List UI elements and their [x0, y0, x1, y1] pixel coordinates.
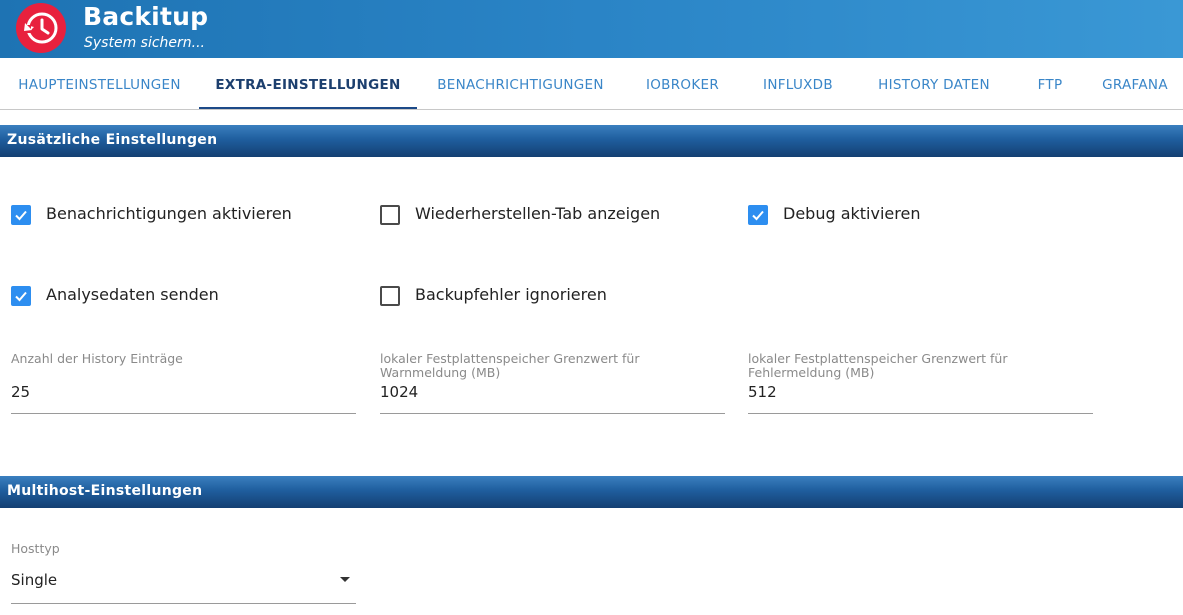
tab-influxdb[interactable]: INFLUXDB: [741, 58, 855, 109]
checkbox-empty-icon[interactable]: [380, 205, 400, 225]
section-title-extra: Zusätzliche Einstellungen: [0, 125, 1183, 157]
tab-history-daten[interactable]: HISTORY DATEN: [855, 58, 1013, 109]
tab-ftp[interactable]: FTP: [1013, 58, 1087, 109]
tab-benachrichtigungen[interactable]: BENACHRICHTIGUNGEN: [417, 58, 624, 109]
app-subtitle: System sichern...: [84, 35, 206, 51]
field-label: Hosttyp: [11, 541, 60, 556]
checkbox-empty-icon[interactable]: [380, 286, 400, 306]
field-value[interactable]: 1024: [380, 383, 418, 401]
tab-iobroker[interactable]: IOBROKER: [624, 58, 741, 109]
checkbox-label: Wiederherstellen-Tab anzeigen: [415, 204, 661, 223]
checkmark-icon[interactable]: [11, 205, 31, 225]
field-value[interactable]: 512: [748, 383, 777, 401]
field-label: lokaler Festplattenspeicher Grenzwert fü…: [748, 351, 1008, 380]
clock-history-icon: [16, 3, 66, 53]
caret-down-icon[interactable]: [340, 577, 350, 582]
field-value[interactable]: 25: [11, 383, 30, 401]
checkbox-label: Debug aktivieren: [783, 204, 921, 223]
tab-extra-einstellungen[interactable]: EXTRA-EINSTELLUNGEN: [199, 58, 417, 109]
field-history-entries[interactable]: Anzahl der History Einträge 25: [11, 352, 356, 414]
checkbox-label: Backupfehler ignorieren: [415, 285, 607, 304]
checkmark-icon[interactable]: [11, 286, 31, 306]
section-title-multihost: Multihost-Einstellungen: [0, 476, 1183, 508]
field-underline: [380, 413, 725, 414]
hosttype-select[interactable]: Hosttyp Single: [11, 542, 356, 604]
field-underline: [11, 413, 356, 414]
checkmark-icon[interactable]: [748, 205, 768, 225]
checkbox-label: Analysedaten senden: [46, 285, 219, 304]
field-underline: [748, 413, 1093, 414]
field-label: Anzahl der History Einträge: [11, 351, 183, 366]
app-header: Backitup System sichern...: [0, 0, 1183, 58]
field-error-threshold[interactable]: lokaler Festplattenspeicher Grenzwert fü…: [748, 352, 1093, 414]
tab-bar: HAUPTEINSTELLUNGEN EXTRA-EINSTELLUNGEN B…: [0, 58, 1183, 110]
checkbox-label: Benachrichtigungen aktivieren: [46, 204, 292, 223]
field-warn-threshold[interactable]: lokaler Festplattenspeicher Grenzwert fü…: [380, 352, 725, 414]
app-title: Backitup: [83, 2, 209, 31]
select-value[interactable]: Single: [11, 571, 57, 589]
field-underline: [11, 603, 356, 604]
tab-haupteinstellungen[interactable]: HAUPTEINSTELLUNGEN: [0, 58, 199, 109]
tab-grafana[interactable]: GRAFANA: [1087, 58, 1183, 109]
field-label: lokaler Festplattenspeicher Grenzwert fü…: [380, 351, 640, 380]
